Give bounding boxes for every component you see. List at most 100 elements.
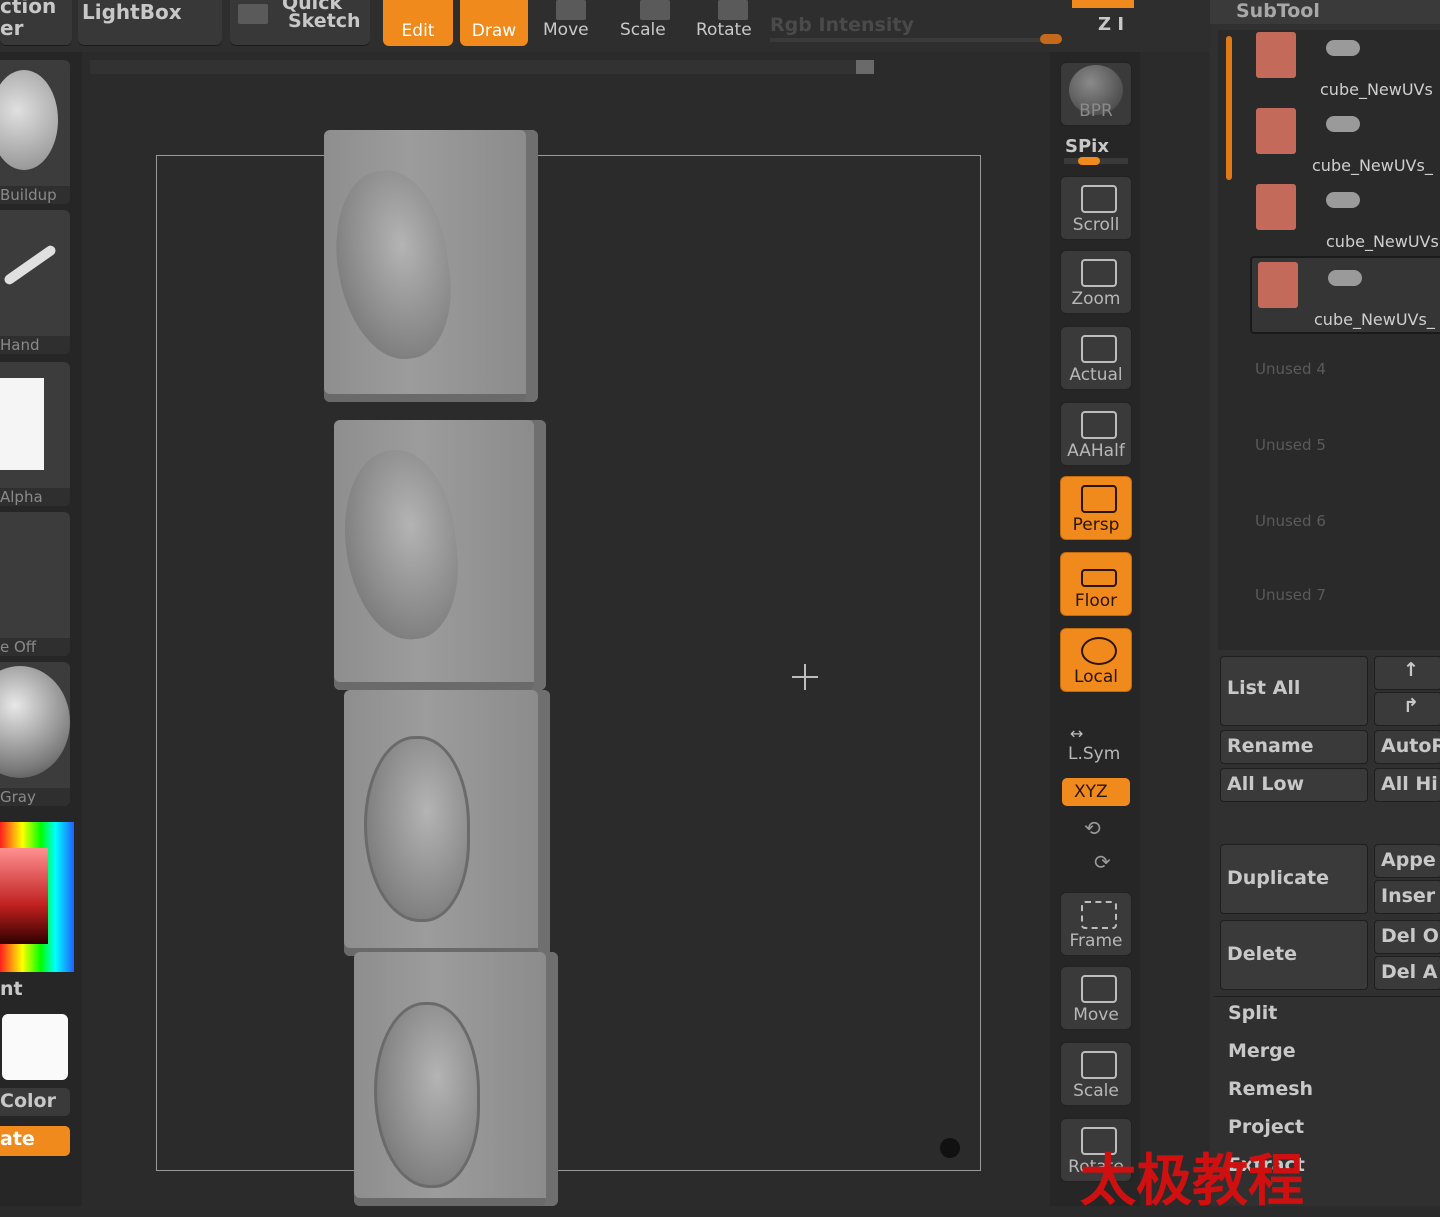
insert-label: Inser: [1381, 885, 1436, 907]
rgb-intensity-handle[interactable]: [1040, 34, 1062, 44]
stroke-preview: [2, 243, 58, 287]
frame-button[interactable]: Frame: [1060, 892, 1132, 956]
all-high-button[interactable]: All Hi: [1374, 768, 1440, 802]
subtool-visibility-toggle-2[interactable]: [1326, 116, 1360, 132]
append-button[interactable]: Appe: [1374, 844, 1440, 878]
rotate-y-icon[interactable]: ⟲: [1084, 816, 1101, 840]
lsym-arrows-icon: ↔: [1070, 724, 1084, 743]
project-section[interactable]: Project: [1228, 1116, 1304, 1138]
spix-handle[interactable]: [1078, 157, 1100, 165]
floor-button[interactable]: Floor: [1060, 552, 1132, 616]
ear-mesh-block-2[interactable]: [334, 420, 546, 690]
unused-slot-5: Unused 5: [1255, 436, 1326, 454]
zoom-button[interactable]: Zoom: [1060, 250, 1132, 314]
duplicate-button[interactable]: Duplicate: [1220, 844, 1368, 914]
ear-mesh-block-1[interactable]: [324, 130, 538, 402]
rename-button[interactable]: Rename: [1220, 730, 1368, 764]
subtool-list-scrollbar[interactable]: [1226, 36, 1232, 180]
autoreorder-label: AutoR: [1381, 735, 1440, 757]
lsym-label: L.Sym: [1068, 744, 1121, 764]
autoreorder-button[interactable]: AutoR: [1374, 730, 1440, 764]
gyro-handle[interactable]: [940, 1138, 960, 1158]
cursor-crosshair-v: [804, 664, 806, 690]
duplicate-label: Duplicate: [1227, 867, 1329, 889]
sketch-icon: [238, 4, 268, 24]
local-button[interactable]: Local: [1060, 628, 1132, 692]
move-down-button[interactable]: ↱: [1374, 692, 1440, 726]
subtool-item-2[interactable]: cube_NewUVs_: [1250, 104, 1440, 178]
persp-button[interactable]: Persp: [1060, 476, 1132, 540]
subtool-item-1[interactable]: cube_NewUVs: [1250, 28, 1440, 102]
scale-magnifier-icon: [1081, 1051, 1117, 1079]
merge-section[interactable]: Merge: [1228, 1040, 1296, 1062]
lsym-button[interactable]: ↔ L.Sym: [1062, 716, 1128, 764]
watermark-text: 太极教程: [1080, 1148, 1304, 1214]
delete-button[interactable]: Delete: [1220, 920, 1368, 990]
alpha-thumbnail[interactable]: Alpha: [0, 362, 70, 506]
quick-sketch-label-2: Sketch: [288, 10, 361, 32]
unused-slot-6: Unused 6: [1255, 512, 1326, 530]
rgb-intensity-slider[interactable]: [770, 38, 1060, 42]
subtool-thumbnail-3: [1256, 184, 1296, 230]
color-swatch-area[interactable]: [0, 848, 48, 944]
split-section[interactable]: Split: [1228, 1002, 1277, 1024]
draw-button[interactable]: Draw: [460, 0, 528, 46]
brush-thumbnail[interactable]: Buildup: [0, 60, 70, 204]
scale-view-label: Scale: [1073, 1081, 1119, 1101]
rotate-button[interactable]: Rotate: [696, 20, 752, 40]
subtool-visibility-toggle-4[interactable]: [1328, 270, 1362, 286]
bpr-button[interactable]: BPR: [1060, 62, 1132, 126]
frame-icon: [1081, 901, 1117, 929]
rename-label: Rename: [1227, 735, 1314, 757]
lightbox-button[interactable]: LightBox: [78, 0, 222, 46]
subtool-visibility-toggle-3[interactable]: [1326, 192, 1360, 208]
subtool-header[interactable]: SubTool: [1210, 0, 1440, 24]
subtool-item-3[interactable]: cube_NewUVs: [1250, 180, 1440, 254]
unused-slot-7: Unused 7: [1255, 586, 1326, 604]
scroll-button[interactable]: Scroll: [1060, 176, 1132, 240]
scale-view-button[interactable]: Scale: [1060, 1042, 1132, 1106]
aahalf-button[interactable]: AAHalf: [1060, 402, 1132, 466]
scale-icon: [640, 0, 670, 20]
all-low-button[interactable]: All Low: [1220, 768, 1368, 802]
move-view-button[interactable]: Move: [1060, 966, 1132, 1030]
texture-thumbnail[interactable]: e Off: [0, 512, 70, 656]
persp-label: Persp: [1072, 515, 1120, 535]
main-color-swatch[interactable]: [2, 1014, 68, 1080]
aahalf-label: AAHalf: [1067, 441, 1125, 461]
quick-sketch-button[interactable]: Quick Sketch: [230, 0, 370, 46]
subtool-name-2: cube_NewUVs_: [1312, 156, 1433, 175]
del-all-button[interactable]: Del A: [1374, 956, 1440, 990]
edit-button[interactable]: Edit: [383, 0, 453, 46]
viewport-scrollbar[interactable]: [90, 60, 870, 74]
viewport-scroll-handle[interactable]: [856, 60, 874, 74]
remesh-section[interactable]: Remesh: [1228, 1078, 1313, 1100]
subtool-visibility-toggle-1[interactable]: [1326, 40, 1360, 56]
actual-button[interactable]: Actual: [1060, 326, 1132, 390]
stroke-thumbnail[interactable]: Hand: [0, 210, 70, 354]
scale-button[interactable]: Scale: [620, 20, 666, 40]
top-toolbar: ction er LightBox Quick Sketch Edit Draw…: [0, 0, 1210, 52]
floor-icon: [1081, 569, 1117, 587]
append-label: Appe: [1381, 849, 1436, 871]
switch-color-button[interactable]: ate: [0, 1126, 70, 1156]
material-thumbnail[interactable]: Gray: [0, 662, 70, 806]
del-other-button[interactable]: Del O: [1374, 920, 1440, 954]
color-picker[interactable]: [0, 822, 74, 972]
ear-mesh-block-3[interactable]: [344, 690, 550, 956]
list-all-button[interactable]: List All: [1220, 656, 1368, 726]
ear-mesh-block-4[interactable]: [354, 952, 558, 1206]
ear-sculpt-1: [325, 163, 461, 367]
bpr-label: BPR: [1079, 101, 1113, 121]
subtool-item-4-selected[interactable]: cube_NewUVs_: [1250, 256, 1440, 334]
move-button[interactable]: Move: [543, 20, 589, 40]
partial-menu-button[interactable]: ction er: [0, 0, 72, 46]
move-up-button[interactable]: ↑: [1374, 656, 1440, 690]
rotate-z-icon[interactable]: ⟳: [1094, 850, 1111, 874]
color-button[interactable]: Color: [0, 1088, 70, 1116]
xyz-button[interactable]: XYZ: [1062, 778, 1130, 806]
subtool-name-3: cube_NewUVs: [1326, 232, 1439, 251]
z-add-button[interactable]: [1072, 0, 1134, 8]
insert-button[interactable]: Inser: [1374, 880, 1440, 914]
spix-slider[interactable]: [1064, 157, 1128, 165]
